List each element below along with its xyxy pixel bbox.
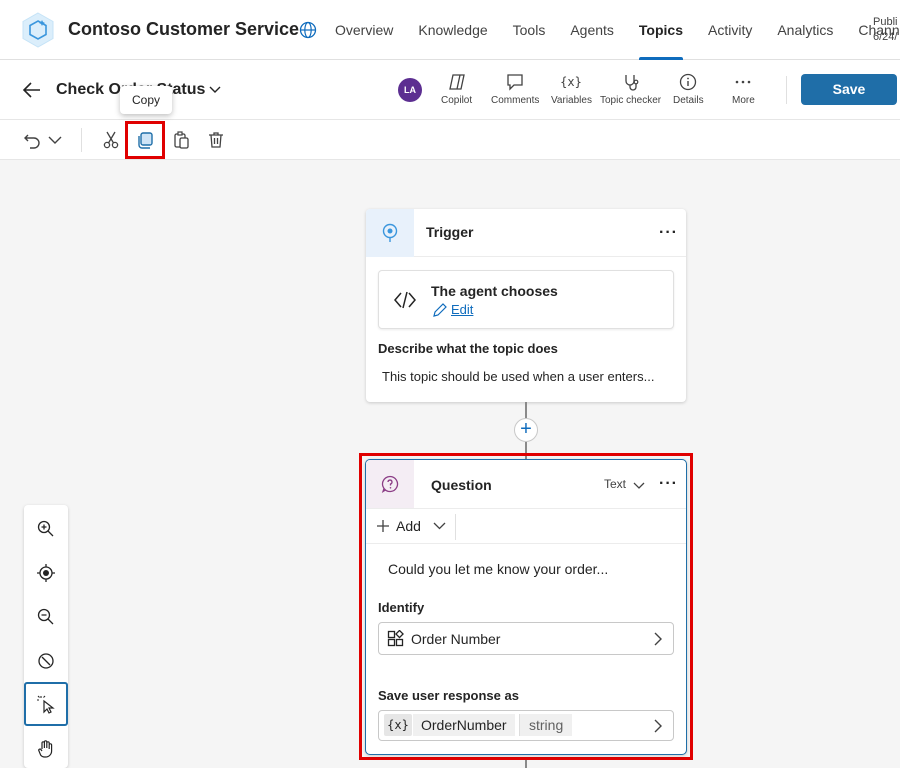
chevron-down-icon[interactable] [45,130,65,150]
entity-icon [387,630,404,647]
question-type-label: Text [604,477,627,491]
info-icon [680,73,697,91]
copilot-studio-logo-icon[interactable] [20,12,56,48]
zoom-in-icon[interactable] [36,519,56,539]
zoom-out-icon[interactable] [36,607,56,627]
cut-icon[interactable] [101,130,121,150]
description-label: Describe what the topic does [378,341,558,356]
question-bubble-icon [381,475,399,493]
comment-icon [507,74,523,91]
question-message[interactable]: Could you let me know your order... [388,561,608,577]
trigger-node-header: Trigger ··· [366,209,686,257]
plus-icon [377,520,389,532]
chevron-right-icon [654,719,662,733]
comments-button[interactable]: Comments [491,73,539,106]
trigger-icon [382,223,398,242]
agent-chooses-card[interactable] [378,270,674,329]
topic-checker-button[interactable]: Topic checker [600,73,661,106]
trigger-title: Trigger [426,224,474,240]
publish-status-line2: 6/24/ [873,31,898,43]
globe-icon[interactable] [299,21,317,39]
details-label: Details [673,95,704,106]
chevron-down-icon[interactable] [208,84,222,96]
connector-line [525,760,527,768]
divider [455,514,456,540]
trigger-icon-box [366,209,414,257]
more-horizontal-icon [736,80,751,84]
copilot-icon [448,74,465,90]
question-more-icon[interactable]: ··· [659,475,677,493]
app-title: Contoso Customer Service [68,19,300,39]
tab-topics[interactable]: Topics [638,0,684,60]
trigger-more-icon[interactable]: ··· [659,224,677,242]
agent-chooses-title: The agent chooses [431,283,558,299]
variables-label: Variables [551,95,592,106]
publish-status-line1: Publi [873,16,898,28]
zoom-panel [24,505,68,768]
tab-tools[interactable]: Tools [513,0,546,60]
add-label: Add [396,518,421,534]
question-type-dropdown[interactable]: Text [604,477,645,491]
copilot-button[interactable]: Copilot [441,73,472,106]
copilot-label: Copilot [441,95,473,106]
svg-text:{x}: {x} [561,75,583,89]
divider [366,508,686,509]
paste-icon[interactable] [171,130,191,150]
variable-chip-icon: {x} [384,714,412,736]
stethoscope-icon [624,75,638,91]
save-button[interactable]: Save [801,74,897,105]
tab-overview[interactable]: Overview [335,0,393,60]
question-icon-box [366,460,414,508]
fit-view-icon[interactable] [36,563,56,583]
variables-icon: {x} [561,75,583,89]
more-button[interactable]: More [732,73,755,106]
add-node-button[interactable]: + [514,418,538,442]
comments-label: Comments [491,95,540,106]
divider [366,543,686,544]
add-button[interactable]: Add [376,518,446,534]
variable-name: OrderNumber [413,714,515,736]
code-icon [394,291,416,309]
chevron-down-icon [433,522,446,530]
variable-type: string [519,714,573,736]
description-text[interactable]: This topic should be used when a user en… [382,369,654,384]
edit-link[interactable]: Edit [451,302,473,317]
question-title: Question [431,477,492,493]
chevron-down-icon [633,482,645,489]
reset-icon[interactable] [36,651,56,671]
publish-status: Publi 6/24/ [873,15,897,45]
edit-toolbar-divider [81,128,82,152]
topic-checker-label: Topic checker [600,95,662,106]
undo-icon[interactable] [22,130,42,150]
more-label: More [732,95,755,106]
copy-button-highlight [125,121,165,159]
avatar[interactable]: LA [398,78,422,102]
connector-line [525,402,527,418]
back-arrow-icon[interactable] [22,81,42,99]
tab-agents[interactable]: Agents [570,0,614,60]
details-button[interactable]: Details [673,73,704,106]
select-mode-icon [37,695,55,714]
tab-analytics[interactable]: Analytics [777,0,833,60]
identify-value: Order Number [411,631,501,647]
identify-label: Identify [378,600,425,615]
main-nav: Overview Knowledge Tools Agents Topics A… [335,0,900,60]
tab-activity[interactable]: Activity [708,0,752,60]
variables-button[interactable]: {x} Variables [551,73,592,106]
save-response-label: Save user response as [378,688,519,703]
toolbar-divider [786,76,787,104]
pencil-icon[interactable] [432,303,447,318]
copy-tooltip: Copy [120,86,172,114]
chevron-right-icon [654,632,662,646]
top-nav-bar: Contoso Customer Service Overview Knowle… [0,0,900,60]
tab-knowledge[interactable]: Knowledge [418,0,487,60]
delete-icon[interactable] [206,130,226,150]
pan-hand-icon[interactable] [36,739,56,759]
